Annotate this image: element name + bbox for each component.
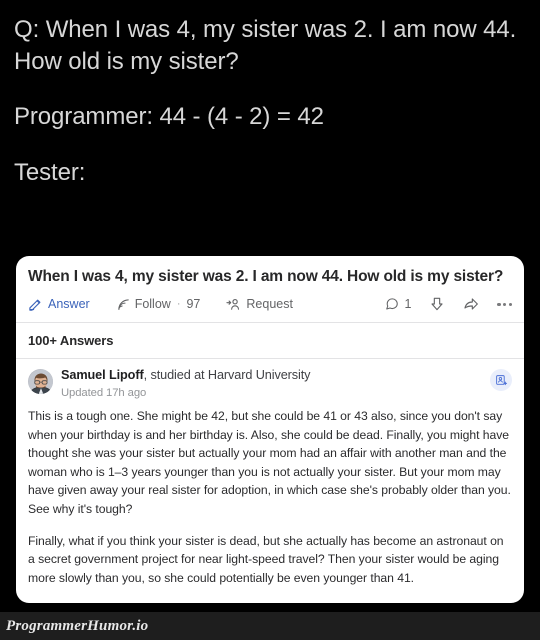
comment-button[interactable]: 1 bbox=[385, 297, 411, 311]
author-updated-timestamp: Updated 17h ago bbox=[61, 387, 147, 400]
watermark-text: ProgrammerHumor.io bbox=[6, 617, 149, 634]
question-title[interactable]: When I was 4, my sister was 2. I am now … bbox=[16, 256, 524, 287]
author-name[interactable]: Samuel Lipoff bbox=[61, 368, 144, 382]
request-person-icon bbox=[226, 297, 241, 312]
request-button[interactable]: Request bbox=[226, 297, 293, 312]
quora-question-card: When I was 4, my sister was 2. I am now … bbox=[16, 256, 524, 604]
meme-tester-line: Tester: bbox=[14, 159, 86, 187]
more-options-button[interactable] bbox=[497, 302, 512, 306]
comment-bubble-icon bbox=[385, 297, 399, 311]
author-meta: Samuel Lipoff, studied at Harvard Univer… bbox=[61, 368, 490, 399]
rss-follow-icon bbox=[116, 297, 130, 311]
watermark-bar: ProgrammerHumor.io bbox=[0, 612, 540, 640]
author-line: Samuel Lipoff, studied at Harvard Univer… bbox=[61, 368, 490, 384]
answer-button[interactable]: Answer bbox=[28, 297, 90, 312]
avatar[interactable] bbox=[28, 369, 53, 395]
meme-question-line: Q: When I was 4, my sister was 2. I am n… bbox=[14, 16, 517, 75]
share-button[interactable] bbox=[463, 296, 479, 312]
comment-count: 1 bbox=[404, 297, 412, 312]
downvote-arrow-icon bbox=[429, 296, 445, 312]
answers-count-label: 100+ Answers bbox=[28, 333, 114, 349]
follow-count: 97 bbox=[186, 297, 201, 312]
follow-label: Follow bbox=[134, 297, 171, 312]
more-options-icon bbox=[497, 302, 512, 306]
user-photo-avatar bbox=[28, 369, 53, 395]
follow-separator: · bbox=[176, 298, 181, 311]
answer-paragraph: Finally, what if you think your sister i… bbox=[28, 533, 504, 585]
author-credential: , studied at Harvard University bbox=[143, 368, 311, 383]
meme-programmer-line: Programmer: 44 - (4 - 2) = 42 bbox=[14, 103, 324, 131]
share-arrow-icon bbox=[463, 296, 479, 312]
answer-author-row: Samuel Lipoff, studied at Harvard Univer… bbox=[16, 359, 524, 399]
follow-user-button[interactable] bbox=[490, 369, 512, 392]
question-action-bar: Answer Follow · 97 Request 1 bbox=[16, 287, 524, 322]
answer-body: This is a tough one. She might be 42, bu… bbox=[16, 399, 524, 603]
request-label: Request bbox=[246, 297, 293, 312]
pencil-edit-icon bbox=[28, 297, 43, 312]
meme-caption: Q: When I was 4, my sister was 2. I am n… bbox=[0, 0, 540, 189]
add-person-icon bbox=[495, 374, 508, 387]
downvote-button[interactable] bbox=[429, 296, 445, 312]
answer-label: Answer bbox=[48, 297, 90, 312]
answer-paragraph: This is a tough one. She might be 42, bu… bbox=[28, 409, 511, 516]
follow-button[interactable]: Follow · 97 bbox=[116, 297, 201, 312]
